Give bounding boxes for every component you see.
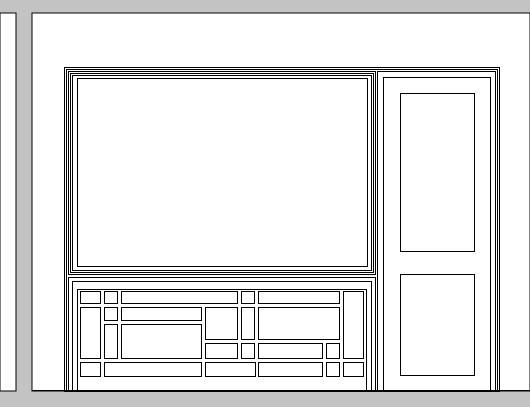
grille-cell (205, 343, 238, 359)
frame-bottom (0, 391, 530, 407)
grille-cell (104, 291, 118, 304)
grille-cell (121, 307, 202, 321)
grille-cell (104, 362, 202, 377)
grille-cell (121, 291, 238, 304)
frame-top (0, 0, 530, 13)
left-adjacent-wall (0, 12, 17, 392)
grille-cell (258, 343, 323, 359)
elevation-drawing (0, 0, 530, 407)
grille-cell (104, 307, 118, 321)
left-gap (17, 13, 31, 391)
grille-cell (326, 362, 340, 377)
grille-cell (121, 324, 202, 359)
grille-cell (258, 307, 340, 340)
grille-cell (241, 291, 255, 304)
grille-cell (326, 343, 340, 359)
grille-cell (205, 362, 256, 377)
grille-cell (205, 307, 238, 340)
grille-cell (80, 291, 101, 304)
grille-cell (258, 362, 323, 377)
grille-cell (258, 291, 340, 304)
grille-cell (104, 324, 118, 359)
grille-cell (343, 291, 364, 359)
grille-cell (343, 362, 364, 377)
grille-cell (241, 343, 255, 359)
grille-cell (80, 362, 101, 377)
grille-cell (241, 307, 255, 340)
grille-cell (80, 307, 101, 359)
